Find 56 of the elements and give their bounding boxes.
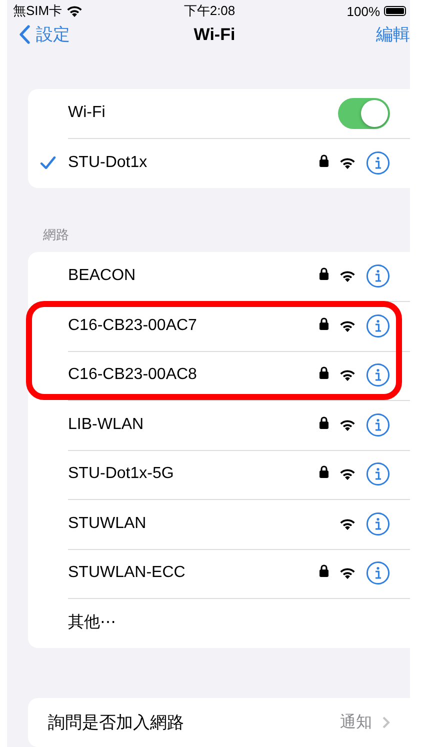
wifi-icon xyxy=(339,270,356,282)
other-network-row[interactable]: 其他⋯ xyxy=(28,598,410,648)
network-name: C16-CB23-00AC7 xyxy=(68,316,198,335)
back-button[interactable]: 設定 xyxy=(19,23,129,46)
network-row[interactable]: STU-Dot1x-5G xyxy=(28,450,410,499)
wifi-label: Wi-Fi xyxy=(68,104,106,122)
battery-percent: 100% xyxy=(346,4,380,19)
wifi-icon xyxy=(339,156,356,169)
wifi-signal-icon xyxy=(66,5,84,18)
info-button[interactable] xyxy=(366,264,390,288)
network-name: STUWLAN-ECC xyxy=(68,564,186,582)
ask-join-label: 詢問是否加入網路 xyxy=(48,712,185,734)
network-row[interactable]: STU-Dot1x xyxy=(28,138,410,188)
network-name: LIB-WLAN xyxy=(68,416,145,434)
network-name: STU-Dot1x-5G xyxy=(68,465,175,484)
lock-icon xyxy=(319,154,329,167)
wifi-icon xyxy=(339,518,356,530)
ask-join-row[interactable]: 詢問是否加入網路 通知 xyxy=(28,698,410,747)
lock-icon xyxy=(319,465,329,478)
page-title: Wi-Fi xyxy=(194,24,236,45)
lock-icon xyxy=(319,267,329,280)
lock-icon xyxy=(319,564,329,578)
network-row[interactable]: STUWLAN-ECC xyxy=(28,548,410,598)
wifi-toggle[interactable] xyxy=(338,98,390,129)
network-row[interactable]: C16-CB23-00AC7 xyxy=(28,301,410,350)
info-button[interactable] xyxy=(366,363,390,388)
lock-icon xyxy=(319,366,329,380)
info-button[interactable] xyxy=(366,412,390,437)
wifi-icon xyxy=(339,567,356,580)
chevron-left-icon xyxy=(19,25,30,44)
network-row[interactable]: BEACON xyxy=(28,252,410,301)
info-button[interactable] xyxy=(366,150,390,175)
wifi-icon xyxy=(339,468,356,480)
section-header: 網路 xyxy=(42,226,70,244)
carrier-text: 無SIM卡 xyxy=(13,2,62,20)
wifi-icon xyxy=(339,418,356,431)
network-row[interactable]: STUWLAN xyxy=(28,499,410,548)
battery-icon xyxy=(384,6,406,16)
edit-button[interactable]: 編輯 xyxy=(300,23,410,46)
info-button[interactable] xyxy=(366,462,390,486)
info-button[interactable] xyxy=(366,314,390,338)
network-name: BEACON xyxy=(68,267,137,286)
lock-icon xyxy=(319,416,329,429)
wifi-icon xyxy=(339,369,356,382)
network-row[interactable]: C16-CB23-00AC8 xyxy=(28,350,410,400)
network-name: C16-CB23-00AC8 xyxy=(68,366,198,384)
info-button[interactable] xyxy=(366,512,390,536)
wifi-icon xyxy=(339,320,356,332)
network-row[interactable]: LIB-WLAN xyxy=(28,400,410,450)
chevron-icon xyxy=(382,716,390,729)
ask-join-value: 通知 xyxy=(340,712,372,733)
network-name: STU-Dot1x xyxy=(68,154,148,172)
info-button[interactable] xyxy=(366,561,390,586)
network-name: STUWLAN xyxy=(68,514,148,533)
lock-icon xyxy=(319,316,329,330)
clock: 下午2:08 xyxy=(184,2,236,20)
